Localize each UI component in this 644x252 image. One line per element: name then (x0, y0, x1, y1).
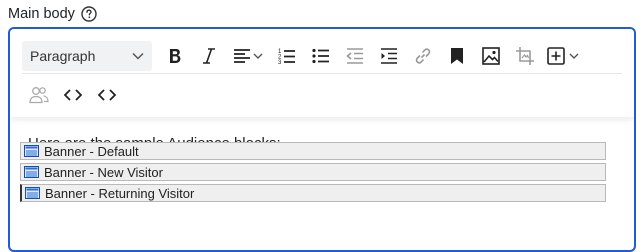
link-icon (415, 48, 431, 64)
chevron-down-icon (132, 52, 144, 60)
align-left-icon (234, 49, 263, 63)
bold-icon (170, 49, 181, 63)
rich-text-editor[interactable]: Paragraph 1 2 3 (8, 27, 636, 252)
outdent-icon (346, 48, 363, 64)
field-label: Main body (8, 4, 97, 24)
block-icon (24, 145, 39, 157)
link-button[interactable] (406, 41, 440, 71)
ordered-list-icon: 1 2 3 (278, 49, 295, 65)
audience-block[interactable]: Banner - Default (20, 142, 606, 160)
svg-text:3: 3 (278, 60, 282, 65)
italic-button[interactable] (192, 41, 226, 71)
users-icon (29, 87, 49, 104)
bookmark-button[interactable] (440, 41, 474, 71)
code-icon (98, 89, 116, 101)
code-icon (64, 89, 82, 101)
help-icon[interactable] (81, 6, 97, 22)
block-label: Banner - Returning Visitor (45, 185, 195, 201)
italic-icon (203, 48, 215, 64)
toolbar-divider (22, 73, 622, 74)
format-select-value: Paragraph (30, 48, 96, 64)
image-button[interactable] (474, 41, 508, 71)
editor-toolbar: Paragraph 1 2 3 (10, 29, 634, 117)
toolbar-row-1: Paragraph 1 2 3 (22, 39, 622, 73)
audience-block[interactable]: Banner - Returning Visitor (20, 184, 606, 202)
block-label: Banner - New Visitor (44, 164, 163, 180)
indent-button[interactable] (372, 41, 406, 71)
block-icon (24, 166, 39, 178)
outdent-button[interactable] (338, 41, 372, 71)
field-label-text: Main body (8, 6, 75, 22)
indent-icon (381, 48, 397, 64)
source-code-button[interactable] (90, 80, 124, 110)
crop-icon (516, 47, 534, 65)
ordered-list-button[interactable]: 1 2 3 (270, 41, 304, 71)
image-icon (482, 47, 500, 65)
audience-button[interactable] (22, 80, 56, 110)
block-icon (25, 187, 40, 199)
audience-blocks: Banner - Default Banner - New Visitor Ba… (20, 142, 606, 205)
crop-button[interactable] (508, 41, 542, 71)
bullet-list-button[interactable] (304, 41, 338, 71)
format-select[interactable]: Paragraph (22, 41, 152, 71)
block-label: Banner - Default (44, 143, 139, 159)
toolbar-row-2 (22, 79, 124, 111)
audience-block[interactable]: Banner - New Visitor (20, 163, 606, 181)
bullet-list-icon (312, 48, 329, 64)
code-button[interactable] (56, 80, 90, 110)
plus-square-icon (547, 47, 579, 65)
align-dropdown[interactable] (226, 41, 270, 71)
bookmark-icon (451, 48, 463, 64)
insert-dropdown[interactable] (542, 41, 586, 71)
bold-button[interactable] (158, 41, 192, 71)
